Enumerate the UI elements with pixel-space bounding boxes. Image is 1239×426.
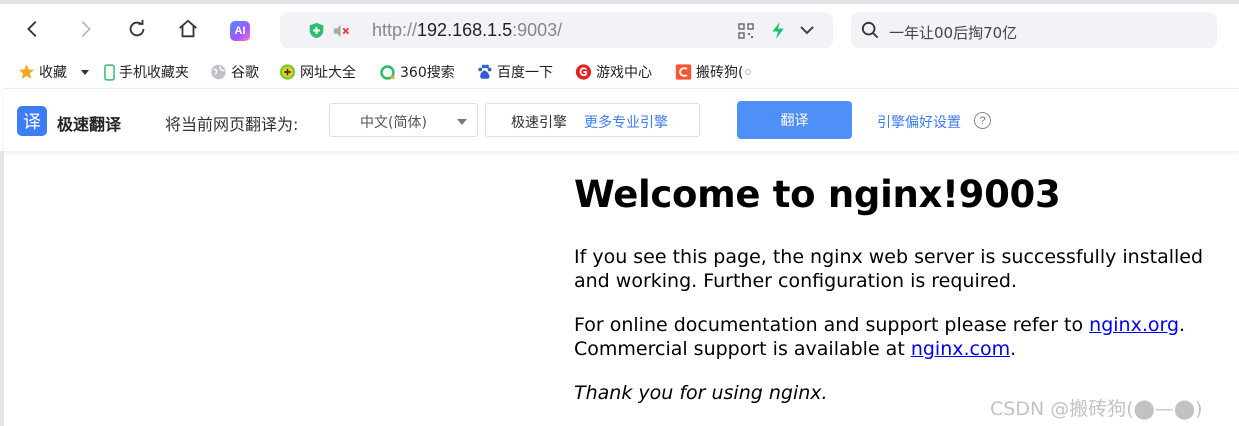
reload-button[interactable] bbox=[122, 14, 152, 44]
bookmark-google[interactable]: 谷歌 bbox=[210, 61, 259, 83]
ai-assistant-icon[interactable]: AI bbox=[230, 21, 250, 41]
caret-down-icon[interactable] bbox=[81, 69, 89, 75]
game-icon bbox=[575, 64, 592, 81]
language-select[interactable]: 中文(简体) bbox=[329, 103, 478, 137]
forward-button[interactable] bbox=[70, 14, 100, 44]
bookmark-mobile[interactable]: 手机收藏夹 bbox=[103, 61, 189, 83]
intro-paragraph: If you see this page, the nginx web serv… bbox=[574, 246, 1204, 292]
engine-label[interactable]: 极速引擎 bbox=[511, 112, 567, 132]
page-title: Welcome to nginx!9003 bbox=[574, 173, 1061, 216]
qr-code-icon[interactable] bbox=[738, 23, 754, 39]
nginx-org-link[interactable]: nginx.org bbox=[1089, 314, 1179, 336]
docs-paragraph: For online documentation and support ple… bbox=[574, 314, 1186, 360]
search-icon bbox=[861, 21, 879, 39]
search-box[interactable]: 一年让00后掏70亿 bbox=[851, 12, 1217, 48]
navigation-bar: AI http://192.168.1.5:9003/ 一年让00后掏70亿 bbox=[0, 0, 1239, 56]
bookmark-360search[interactable]: 360搜索 bbox=[379, 61, 455, 83]
plus-circle-icon bbox=[279, 64, 296, 81]
globe-icon bbox=[210, 64, 227, 81]
home-button[interactable] bbox=[173, 14, 203, 44]
paw-icon bbox=[476, 64, 493, 81]
chevron-left-icon bbox=[27, 21, 37, 37]
language-select-value: 中文(简体) bbox=[360, 115, 427, 131]
translate-logo-icon: 译 bbox=[17, 106, 47, 136]
translate-prompt: 将当前网页翻译为: bbox=[165, 115, 299, 134]
bookmark-baidu[interactable]: 百度一下 bbox=[476, 61, 553, 83]
translate-bar: 译 极速翻译 将当前网页翻译为: 中文(简体) 极速引擎 更多专业引擎 翻译 引… bbox=[4, 88, 1239, 151]
shield-icon[interactable] bbox=[308, 22, 325, 39]
engine-box: 极速引擎 更多专业引擎 bbox=[485, 103, 700, 137]
bookmark-hao[interactable]: 网址大全 bbox=[279, 61, 356, 83]
url-text[interactable]: http://192.168.1.5:9003/ bbox=[372, 20, 562, 41]
muted-speaker-icon[interactable] bbox=[332, 23, 351, 39]
nginx-com-link[interactable]: nginx.com bbox=[911, 338, 1010, 360]
translate-title: 极速翻译 bbox=[57, 115, 122, 134]
back-button[interactable] bbox=[18, 14, 48, 44]
address-bar[interactable]: http://192.168.1.5:9003/ bbox=[280, 12, 833, 48]
home-icon bbox=[179, 19, 197, 38]
search360-icon bbox=[379, 64, 396, 81]
watermark: CSDN @搬砖狗(⬤—⬤) bbox=[990, 398, 1203, 420]
chevron-right-icon bbox=[81, 21, 91, 37]
star-icon bbox=[18, 64, 35, 81]
csdn-icon bbox=[675, 64, 692, 81]
bookmark-csdn[interactable]: 搬砖狗( bbox=[675, 61, 752, 83]
reload-icon bbox=[129, 19, 145, 37]
caret-down-icon bbox=[457, 119, 467, 125]
search-input[interactable]: 一年让00后掏70亿 bbox=[889, 22, 1017, 43]
more-engines-link[interactable]: 更多专业引擎 bbox=[584, 112, 668, 132]
help-icon[interactable]: ? bbox=[974, 112, 991, 129]
bookmark-favorites[interactable]: 收藏 bbox=[18, 61, 89, 83]
translate-button[interactable]: 翻译 bbox=[737, 101, 852, 139]
dot-icon bbox=[745, 69, 752, 75]
chevron-down-icon[interactable] bbox=[798, 22, 816, 38]
engine-preferences-link[interactable]: 引擎偏好设置 bbox=[877, 112, 961, 132]
bookmarks-bar: 收藏 手机收藏夹 谷歌 网址大全 360搜索 百度一下 游戏中心 搬砖狗( bbox=[0, 56, 1239, 88]
lightning-icon[interactable] bbox=[770, 21, 786, 40]
phone-icon bbox=[103, 63, 115, 81]
bookmark-games[interactable]: 游戏中心 bbox=[575, 61, 652, 83]
